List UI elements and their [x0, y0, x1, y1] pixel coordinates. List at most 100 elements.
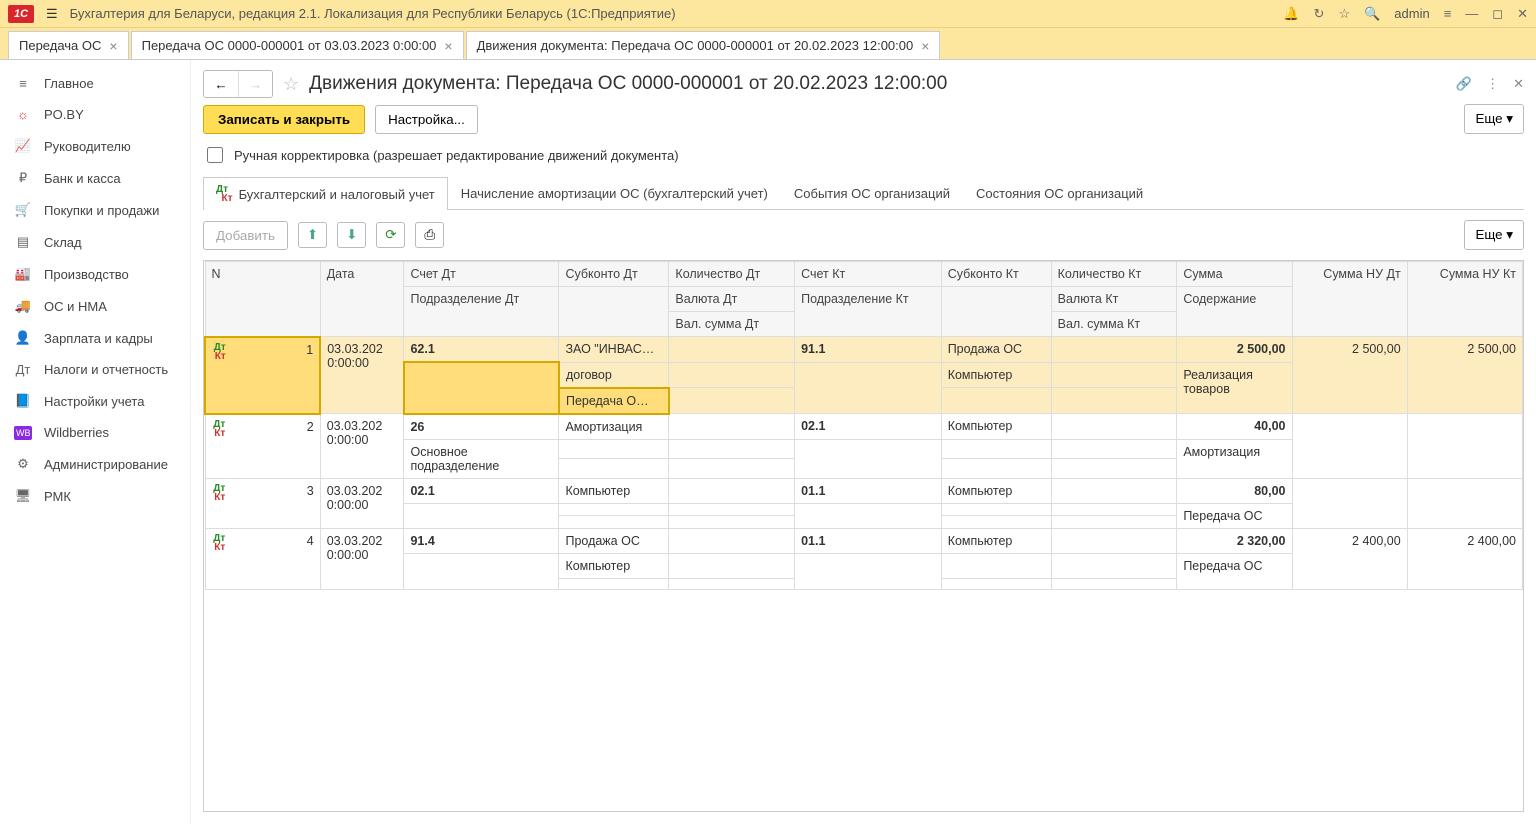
sidebar-item-main[interactable]: ≡Главное [0, 68, 190, 99]
search-icon[interactable]: 🔍 [1364, 6, 1380, 22]
table-more-button[interactable]: Еще ▾ [1464, 220, 1524, 250]
bell-icon[interactable]: 🔔 [1283, 6, 1299, 22]
th-cur-kt[interactable]: Валюта Кт [1051, 287, 1177, 312]
home-icon: ≡ [14, 76, 32, 91]
cell-date: 03.03.202 0:00:00 [320, 414, 404, 479]
cell-subk-dt3: Передача О… [559, 388, 669, 414]
table-row[interactable]: Дт Кт4 03.03.202 0:00:00 91.4 Продажа ОС… [205, 528, 1523, 553]
th-nu-kt[interactable]: Сумма НУ Кт [1407, 262, 1522, 337]
sidebar-item-bank[interactable]: ₽Банк и касса [0, 162, 190, 194]
cart-icon: 🛒 [14, 202, 32, 218]
move-down-button[interactable]: ⬇ [337, 222, 366, 248]
settings-button[interactable]: Настройка... [375, 105, 478, 134]
move-up-button[interactable]: ⬆ [298, 222, 327, 248]
table-row[interactable]: Дт Кт1 03.03.202 0:00:00 62.1 ЗАО "ИНВАС… [205, 337, 1523, 363]
data-table-wrap: N Дата Счет Дт Субконто Дт Количество Дт… [203, 260, 1524, 812]
cell-date: 03.03.202 0:00:00 [320, 528, 404, 589]
star-icon[interactable]: ☆ [1338, 6, 1350, 22]
sidebar-item-settings[interactable]: 📘Настройки учета [0, 385, 190, 417]
sidebar-item-manager[interactable]: 📈Руководителю [0, 130, 190, 162]
th-nu-dt[interactable]: Сумма НУ Дт [1292, 262, 1407, 337]
export-button[interactable]: ⎙ [415, 222, 444, 248]
th-date[interactable]: Дата [320, 262, 404, 337]
sidebar-item-wb[interactable]: WBWildberries [0, 417, 190, 448]
th-sum[interactable]: Сумма [1177, 262, 1292, 287]
sidebar-item-warehouse[interactable]: ▤Склад [0, 226, 190, 258]
cell-acct-dt: 02.1 [404, 478, 559, 503]
history-icon[interactable]: ↻ [1314, 6, 1325, 22]
sidebar-item-sales[interactable]: 🛒 Покупки и продажи [0, 194, 190, 226]
dtkt-icon: Дт [14, 362, 32, 377]
window-tab[interactable]: Передача ОС × [8, 31, 129, 59]
sidebar-item-label: Настройки учета [44, 394, 144, 409]
kebab-icon[interactable]: ⋮ [1486, 76, 1499, 92]
back-button[interactable]: ← [204, 71, 238, 97]
cell-valsum-dt [669, 578, 795, 589]
tab-accounting[interactable]: Дт Кт Бухгалтерский и налоговый учет [203, 177, 448, 210]
cell-subk-dt2: Компьютер [559, 553, 669, 578]
sidebar-item-admin[interactable]: ⚙Администрирование [0, 448, 190, 480]
window-tab[interactable]: Передача ОС 0000-000001 от 03.03.2023 0:… [131, 31, 464, 59]
maximize-icon[interactable]: ◻ [1492, 6, 1503, 22]
add-button[interactable]: Добавить [203, 221, 288, 250]
cell-acct-kt: 01.1 [795, 478, 942, 503]
sidebar-item-label: Покупки и продажи [44, 203, 159, 218]
user-name[interactable]: admin [1394, 6, 1429, 21]
tab-events[interactable]: События ОС организаций [781, 176, 963, 209]
th-dept-dt[interactable]: Подразделение Дт [404, 287, 559, 337]
window-tab[interactable]: Движения документа: Передача ОС 0000-000… [466, 31, 941, 59]
cell-valsum-dt [669, 388, 795, 414]
table-row[interactable]: Дт Кт3 03.03.202 0:00:00 02.1 Компьютер … [205, 478, 1523, 503]
manual-correction-label: Ручная корректировка (разрешает редактир… [234, 148, 679, 163]
th-valsum-kt[interactable]: Вал. сумма Кт [1051, 312, 1177, 337]
sidebar-item-label: Банк и касса [44, 171, 121, 186]
th-acct-kt[interactable]: Счет Кт [795, 262, 942, 287]
cell-subk-kt2: Компьютер [941, 362, 1051, 388]
save-close-button[interactable]: Записать и закрыть [203, 105, 365, 134]
monitor-icon: 🖥 [14, 488, 32, 504]
cell-subk-kt: Компьютер [941, 478, 1051, 503]
th-dept-kt[interactable]: Подразделение Кт [795, 287, 942, 337]
cell-dept-dt [404, 553, 559, 589]
sidebar-item-assets[interactable]: 🚚ОС и НМА [0, 290, 190, 322]
sidebar-item-label: PO.BY [44, 107, 84, 122]
tab-amortization[interactable]: Начисление амортизации ОС (бухгалтерский… [448, 176, 781, 209]
th-content[interactable]: Содержание [1177, 287, 1292, 337]
tab-close-icon[interactable]: × [921, 39, 929, 53]
th-valsum-dt[interactable]: Вал. сумма Дт [669, 312, 795, 337]
close-icon[interactable]: ✕ [1517, 6, 1528, 22]
forward-button[interactable]: → [238, 71, 272, 97]
th-acct-dt[interactable]: Счет Дт [404, 262, 559, 287]
th-cur-dt[interactable]: Валюта Дт [669, 287, 795, 312]
cell-subk-dt3 [559, 459, 669, 479]
tab-states[interactable]: Состояния ОС организаций [963, 176, 1156, 209]
more-button[interactable]: Еще ▾ [1464, 104, 1524, 134]
cell-nu-kt [1407, 414, 1522, 479]
close-page-icon[interactable]: ✕ [1513, 76, 1524, 92]
table-row[interactable]: Дт Кт2 03.03.202 0:00:00 26 Амортизация … [205, 414, 1523, 440]
link-icon[interactable]: 🔗 [1456, 76, 1472, 92]
th-subk-kt[interactable]: Субконто Кт [941, 262, 1051, 287]
cell-nu-dt [1292, 478, 1407, 528]
refresh-button[interactable]: ⟳ [376, 222, 405, 248]
cell-subk-kt: Компьютер [941, 528, 1051, 553]
sidebar-item-salary[interactable]: 👤Зарплата и кадры [0, 322, 190, 354]
sidebar-item-production[interactable]: 🏭Производство [0, 258, 190, 290]
manual-correction-checkbox[interactable] [207, 147, 223, 163]
cell-nu-kt: 2 400,00 [1407, 528, 1522, 589]
th-subk-dt[interactable]: Субконто Дт [559, 262, 669, 287]
user-menu-icon[interactable]: ≡ [1444, 6, 1452, 21]
th-n[interactable]: N [205, 262, 320, 337]
cell-dept-dt: Основное подразделение [404, 439, 559, 478]
th-qty-dt[interactable]: Количество Дт [669, 262, 795, 287]
cell-qty-kt [1051, 337, 1177, 363]
tab-close-icon[interactable]: × [444, 39, 452, 53]
favorite-icon[interactable]: ☆ [283, 74, 299, 95]
tab-close-icon[interactable]: × [109, 39, 117, 53]
sidebar-item-rmk[interactable]: 🖥РМК [0, 480, 190, 512]
sidebar-item-taxes[interactable]: ДтНалоги и отчетность [0, 354, 190, 385]
minimize-icon[interactable]: — [1465, 6, 1478, 21]
menu-icon[interactable]: ☰ [46, 6, 58, 22]
th-qty-kt[interactable]: Количество Кт [1051, 262, 1177, 287]
sidebar-item-poby[interactable]: ☼PO.BY [0, 99, 190, 130]
